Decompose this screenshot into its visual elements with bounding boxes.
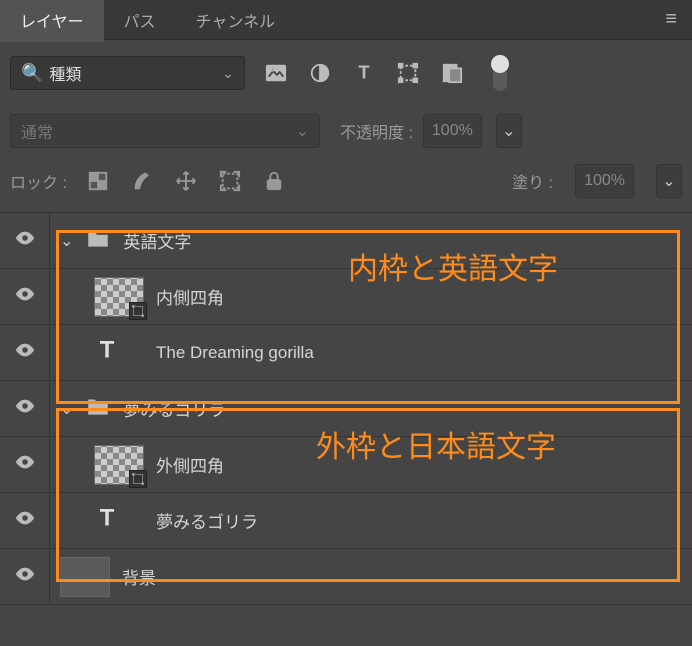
fill-label: 塗り : xyxy=(512,169,553,193)
tab-layers[interactable]: レイヤー xyxy=(0,0,104,42)
annotation-text: 内枠と英語文字 xyxy=(348,244,558,288)
blend-mode-select[interactable]: 通常 ⌄ xyxy=(10,114,320,148)
chevron-down-icon: ⌄ xyxy=(662,171,675,191)
eye-icon xyxy=(14,395,36,422)
lock-image-icon[interactable] xyxy=(129,168,155,194)
tab-paths[interactable]: パス xyxy=(104,0,176,42)
filter-type-icon[interactable]: T xyxy=(351,60,377,86)
tab-channels[interactable]: チャンネル xyxy=(176,0,296,42)
filter-adjustment-icon[interactable] xyxy=(307,60,333,86)
eye-icon xyxy=(14,507,36,534)
opacity-field[interactable]: 100% xyxy=(423,114,482,148)
tab-bar: レイヤー パス チャンネル ≡ xyxy=(0,0,692,40)
visibility-toggle[interactable] xyxy=(0,493,50,548)
visibility-toggle[interactable] xyxy=(0,437,50,492)
visibility-toggle[interactable] xyxy=(0,269,50,324)
blend-mode-label: 通常 xyxy=(21,119,53,143)
fill-field[interactable]: 100% xyxy=(575,164,634,198)
filter-smartobject-icon[interactable] xyxy=(439,60,465,86)
filter-type-select[interactable]: 🔍 種類 ⌄ xyxy=(10,56,245,90)
filter-pixel-icon[interactable] xyxy=(263,60,289,86)
filter-shape-icon[interactable] xyxy=(395,60,421,86)
eye-icon xyxy=(14,339,36,366)
chevron-down-icon: ⌄ xyxy=(222,65,234,82)
eye-icon xyxy=(14,283,36,310)
opacity-dropdown[interactable]: ⌄ xyxy=(496,114,522,148)
panel-menu-icon[interactable]: ≡ xyxy=(665,8,677,31)
lock-position-icon[interactable] xyxy=(173,168,199,194)
filter-toggle[interactable] xyxy=(491,55,509,91)
blend-row: 通常 ⌄ 不透明度 : 100% ⌄ xyxy=(0,106,692,156)
eye-icon xyxy=(14,451,36,478)
lock-artboard-icon[interactable] xyxy=(217,168,243,194)
lock-all-icon[interactable] xyxy=(261,168,287,194)
chevron-down-icon: ⌄ xyxy=(502,121,515,141)
fill-dropdown[interactable]: ⌄ xyxy=(656,164,682,198)
eye-icon xyxy=(14,227,36,254)
lock-row: ロック : 塗り : 100% ⌄ xyxy=(0,156,692,212)
filter-row: 🔍 種類 ⌄ T xyxy=(0,40,692,106)
visibility-toggle[interactable] xyxy=(0,325,50,380)
visibility-toggle[interactable] xyxy=(0,381,50,436)
lock-transparency-icon[interactable] xyxy=(85,168,111,194)
filter-label: 種類 xyxy=(49,61,222,85)
lock-label: ロック : xyxy=(10,169,67,193)
chevron-down-icon: ⌄ xyxy=(296,121,309,141)
svg-text:T: T xyxy=(358,62,369,83)
visibility-toggle[interactable] xyxy=(0,213,50,268)
annotation-text: 外枠と日本語文字 xyxy=(316,422,556,466)
opacity-label: 不透明度 : xyxy=(340,119,413,143)
search-icon: 🔍 xyxy=(21,63,43,84)
eye-icon xyxy=(14,563,36,590)
visibility-toggle[interactable] xyxy=(0,549,50,604)
